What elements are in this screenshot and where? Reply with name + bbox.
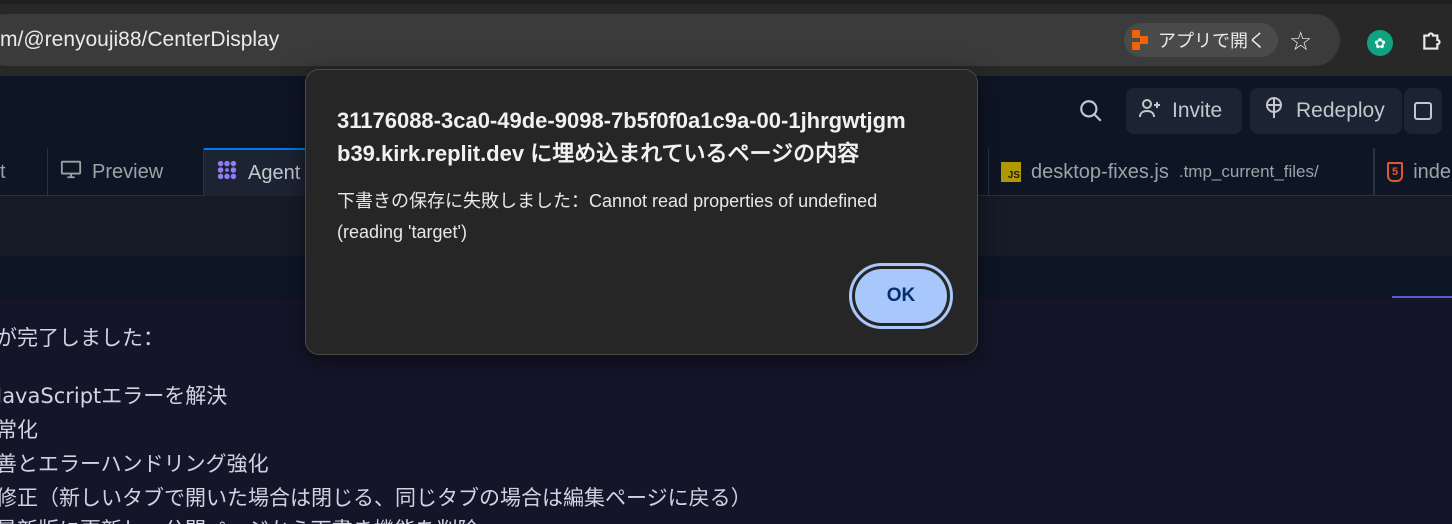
chat-line: 最新版に更新し、公開ページから下書き機能を削除 bbox=[0, 514, 479, 524]
tab-label: Agent bbox=[248, 161, 301, 184]
tab-label: Preview bbox=[92, 160, 164, 183]
window-button[interactable] bbox=[1404, 88, 1442, 134]
chatgpt-icon[interactable]: ✿ bbox=[1367, 30, 1393, 56]
dialog-message: 下書きの保存に失敗しました：Cannot read properties of … bbox=[337, 186, 947, 248]
invite-button[interactable]: Invite bbox=[1126, 88, 1242, 134]
tab-index-html[interactable]: 5 inde bbox=[1374, 148, 1452, 196]
redeploy-label: Redeploy bbox=[1296, 99, 1385, 122]
puzzle-icon[interactable] bbox=[1420, 28, 1446, 61]
tab-partial[interactable]: t bbox=[0, 148, 48, 196]
invite-label: Invite bbox=[1172, 99, 1223, 122]
browser-toolbar: m/@renyouji88/CenterDisplay アプリで開く ☆ ✿ bbox=[0, 4, 1452, 76]
window-icon bbox=[1414, 102, 1432, 120]
deploy-icon bbox=[1262, 96, 1286, 126]
tab-file-path: .tmp_current_files/ bbox=[1178, 162, 1319, 181]
chat-line: 常化 bbox=[0, 418, 38, 442]
dialog-message-line: 下書きの保存に失敗しました：Cannot read properties of … bbox=[337, 191, 878, 211]
tab-agent[interactable]: Agent bbox=[204, 148, 314, 196]
monitor-icon bbox=[60, 158, 82, 186]
tab-label: t bbox=[0, 160, 6, 183]
chat-line: 修正（新しいタブで開いた場合は閉じる、同じタブの場合は編集ページに戻る） bbox=[0, 486, 752, 510]
chat-line: 善とエラーハンドリング強化 bbox=[0, 452, 269, 476]
add-user-icon bbox=[1138, 96, 1162, 126]
tab-desktop-fixes[interactable]: JS desktop-fixes.js .tmp_current_files/ bbox=[988, 148, 1374, 196]
dialog-title-line: b39.kirk.replit.dev に埋め込まれているページの内容 bbox=[337, 141, 860, 166]
dialog-title: 31176088-3ca0-49de-9098-7b5f0f0a1c9a-00-… bbox=[337, 104, 957, 170]
replit-logo-icon bbox=[1132, 30, 1152, 50]
tab-file-label: desktop-fixes.js bbox=[1031, 160, 1169, 183]
star-icon[interactable]: ☆ bbox=[1289, 28, 1312, 54]
redeploy-button[interactable]: Redeploy bbox=[1250, 88, 1402, 134]
html5-file-icon: 5 bbox=[1387, 162, 1404, 182]
search-icon[interactable] bbox=[1078, 98, 1104, 124]
ok-button[interactable]: OK bbox=[849, 263, 953, 329]
url-text[interactable]: m/@renyouji88/CenterDisplay bbox=[0, 28, 279, 52]
dialog-message-line: (reading 'target') bbox=[337, 222, 467, 242]
open-in-app-label: アプリで開く bbox=[1158, 31, 1266, 51]
tab-preview[interactable]: Preview bbox=[48, 148, 204, 196]
tab-file-label: inde bbox=[1413, 160, 1451, 183]
ok-button-label: OK bbox=[855, 269, 947, 323]
dialog-title-line: 31176088-3ca0-49de-9098-7b5f0f0a1c9a-00-… bbox=[337, 108, 906, 133]
chat-line: が完了しました： bbox=[0, 326, 164, 350]
open-in-app-button[interactable]: アプリで開く bbox=[1124, 23, 1278, 57]
chat-line: JavaScriptエラーを解決 bbox=[0, 384, 228, 408]
alert-dialog: 31176088-3ca0-49de-9098-7b5f0f0a1c9a-00-… bbox=[305, 69, 978, 355]
agent-icon bbox=[216, 159, 238, 187]
javascript-file-icon: JS bbox=[1001, 162, 1021, 182]
